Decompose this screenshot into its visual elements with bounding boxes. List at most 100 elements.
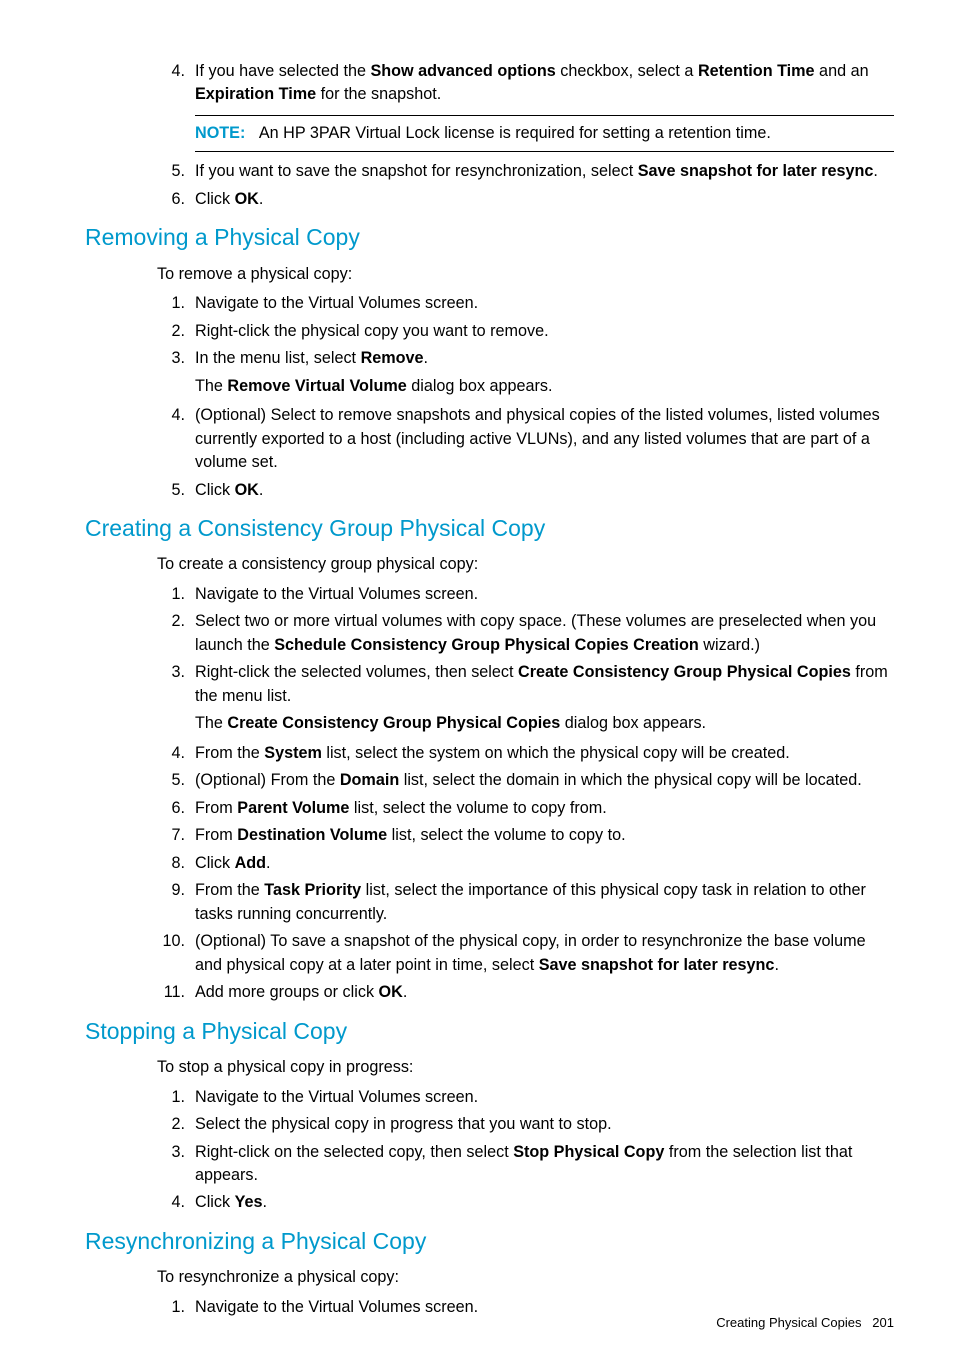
intro-text: To resynchronize a physical copy: — [157, 1266, 894, 1289]
text: Right-click on the selected copy, then s… — [195, 1143, 513, 1161]
bold: Create Consistency Group Physical Copies — [518, 663, 851, 681]
text: . — [873, 162, 878, 180]
list-item: 10.(Optional) To save a snapshot of the … — [157, 930, 894, 977]
list-item: 1. Navigate to the Virtual Volumes screen… — [157, 1086, 894, 1109]
list-number: 11. — [157, 981, 185, 1004]
text: list, select the volume to copy from. — [349, 799, 606, 817]
bold: Yes — [235, 1193, 263, 1211]
list-item: 2.Select two or more virtual volumes wit… — [157, 610, 894, 657]
list-item: 1. Navigate to the Virtual Volumes screen… — [157, 583, 894, 606]
page-footer: Creating Physical Copies 201 — [716, 1314, 894, 1333]
text: list, select the volume to copy to. — [387, 826, 625, 844]
list-number: 1. — [157, 1296, 185, 1319]
bold: Stop Physical Copy — [513, 1143, 664, 1161]
list-item: 4.From the System list, select the syste… — [157, 742, 894, 765]
text: Click — [195, 481, 235, 499]
text: . — [403, 983, 408, 1001]
text: If you want to save the snapshot for res… — [195, 162, 638, 180]
list-number: 10. — [157, 930, 185, 953]
list-number: 2. — [157, 610, 185, 633]
text: . — [259, 481, 264, 499]
text: . — [424, 349, 429, 367]
intro-text: To stop a physical copy in progress: — [157, 1056, 894, 1079]
list-item: 3.In the menu list, select Remove. The R… — [157, 347, 894, 398]
bold: Save snapshot for later resync — [638, 162, 874, 180]
text: checkbox, select a — [556, 62, 698, 80]
text: From the — [195, 744, 264, 762]
list-item: 3. Right-click on the selected copy, then… — [157, 1141, 894, 1188]
intro-text: To create a consistency group physical c… — [157, 553, 894, 576]
bold: Remove Virtual Volume — [227, 377, 406, 395]
text: Select the physical copy in progress tha… — [195, 1115, 612, 1133]
text: Navigate to the Virtual Volumes screen. — [195, 1088, 478, 1106]
bold: Add — [235, 854, 266, 872]
list-item: 4. If you have selected the Show advance… — [157, 60, 894, 152]
bold: Destination Volume — [237, 826, 387, 844]
stopping-list: 1. Navigate to the Virtual Volumes screen… — [157, 1086, 894, 1215]
note-box: NOTE: An HP 3PAR Virtual Lock license is… — [195, 115, 894, 152]
list-number: 6. — [157, 188, 185, 211]
heading-stopping: Stopping a Physical Copy — [85, 1015, 894, 1048]
list-number: 2. — [157, 1113, 185, 1136]
text: From — [195, 826, 237, 844]
list-item: 5. If you want to save the snapshot for … — [157, 160, 894, 183]
heading-creating: Creating a Consistency Group Physical Co… — [85, 512, 894, 545]
list-number: 4. — [157, 1191, 185, 1214]
bold: System — [264, 744, 322, 762]
list-item: 4.Click Yes. — [157, 1191, 894, 1214]
list-number: 1. — [157, 583, 185, 606]
bold: Parent Volume — [237, 799, 349, 817]
list-number: 3. — [157, 1141, 185, 1164]
page-number: 201 — [872, 1315, 894, 1330]
bold: Domain — [340, 771, 399, 789]
list-item: 2. Select the physical copy in progress t… — [157, 1113, 894, 1136]
list-number: 5. — [157, 160, 185, 183]
list-item: 4. (Optional) Select to remove snapshots … — [157, 404, 894, 474]
bold: Remove — [361, 349, 424, 367]
footer-text: Creating Physical Copies — [716, 1315, 861, 1330]
text: Click — [195, 1193, 235, 1211]
list-number: 5. — [157, 769, 185, 792]
list-item: 1.Navigate to the Virtual Volumes screen… — [157, 292, 894, 315]
text: The — [195, 377, 227, 395]
text: dialog box appears. — [407, 377, 553, 395]
text: Click — [195, 854, 235, 872]
text: wizard.) — [699, 636, 760, 654]
text: The — [195, 714, 227, 732]
text: dialog box appears. — [560, 714, 706, 732]
text: and an — [815, 62, 869, 80]
creating-list: 1. Navigate to the Virtual Volumes screen… — [157, 583, 894, 1005]
bold: Save snapshot for later resync — [539, 956, 775, 974]
list-number: 4. — [157, 404, 185, 427]
text: Add more groups or click — [195, 983, 379, 1001]
text: . — [266, 854, 271, 872]
list-number: 3. — [157, 661, 185, 684]
heading-resync: Resynchronizing a Physical Copy — [85, 1225, 894, 1258]
text: Navigate to the Virtual Volumes screen. — [195, 585, 478, 603]
text: . — [774, 956, 779, 974]
list-item: 8.Click Add. — [157, 852, 894, 875]
text: From — [195, 799, 237, 817]
text: Navigate to the Virtual Volumes screen. — [195, 1298, 478, 1316]
bold: Expiration Time — [195, 85, 316, 103]
list-item: 5. (Optional) From the Domain list, selec… — [157, 769, 894, 792]
text: for the snapshot. — [316, 85, 441, 103]
list-item: 5.Click OK. — [157, 479, 894, 502]
list-item: 6. From Parent Volume list, select the vo… — [157, 797, 894, 820]
text: (Optional) Select to remove snapshots an… — [195, 406, 880, 471]
removing-list: 1.Navigate to the Virtual Volumes screen… — [157, 292, 894, 502]
list-item: 3.Right-click the selected volumes, then… — [157, 661, 894, 735]
text: Right-click the physical copy you want t… — [195, 322, 549, 340]
note-text: An HP 3PAR Virtual Lock license is requi… — [259, 124, 771, 142]
text: Click — [195, 190, 235, 208]
list-number: 6. — [157, 797, 185, 820]
text: (Optional) From the — [195, 771, 340, 789]
text: list, select the system on which the phy… — [322, 744, 790, 762]
text: list, select the domain in which the phy… — [399, 771, 861, 789]
list-number: 5. — [157, 479, 185, 502]
text: In the menu list, select — [195, 349, 361, 367]
note-label: NOTE: — [195, 124, 245, 142]
list-item: 6. Click OK. — [157, 188, 894, 211]
text: From the — [195, 881, 264, 899]
list-number: 1. — [157, 1086, 185, 1109]
